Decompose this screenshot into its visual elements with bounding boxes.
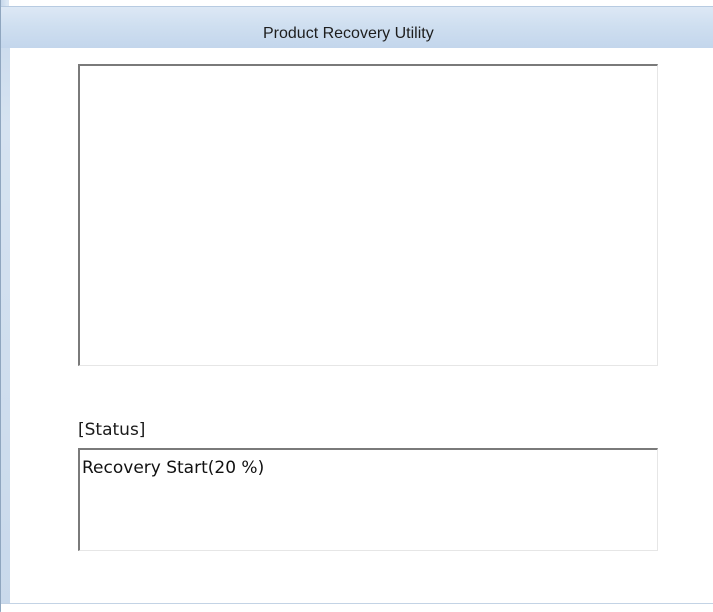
status-textbox: Recovery Start(20 %) [78, 448, 658, 551]
status-label: [Status] [78, 420, 146, 440]
recovery-display-panel [78, 64, 658, 366]
window-title: Product Recovery Utility [263, 25, 434, 42]
status-message: Recovery Start(20 %) [82, 458, 265, 478]
window-titlebar[interactable]: Product Recovery Utility [1, 6, 713, 48]
window-bottom-frame [1, 603, 713, 612]
window-left-frame [1, 6, 10, 606]
recovery-window: Product Recovery Utility [Status] Recove… [0, 0, 713, 612]
